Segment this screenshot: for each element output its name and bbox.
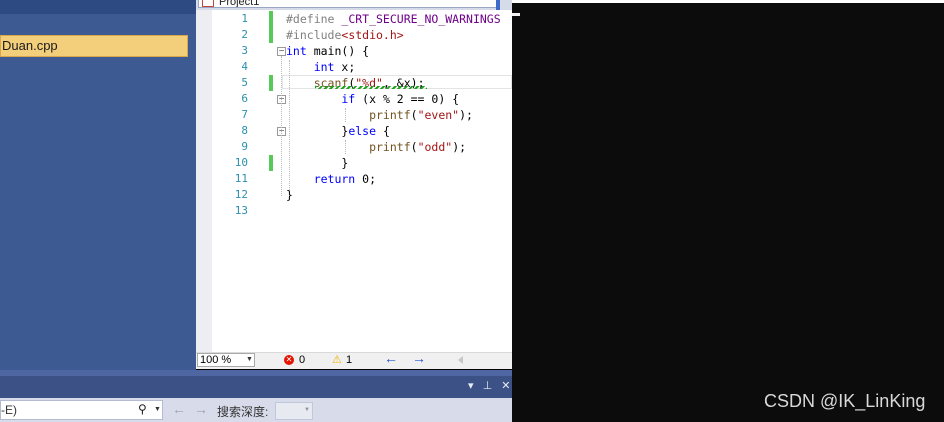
code-line[interactable]: printf("odd"); <box>286 139 466 155</box>
tab-project1[interactable]: Project1 <box>198 0 498 8</box>
code-line[interactable]: #include<stdio.h> <box>286 27 404 43</box>
code-line[interactable]: #define _CRT_SECURE_NO_WARNINGS <box>286 11 501 27</box>
line-number: 13 <box>234 204 248 217</box>
code-line[interactable]: if (x % 2 == 0) { <box>286 91 459 107</box>
tab-title: Project1 <box>219 0 260 8</box>
fold-toggle-main[interactable]: − <box>277 47 286 56</box>
code-line[interactable]: }else { <box>286 123 390 139</box>
forward-arrow-icon[interactable]: → <box>194 401 208 417</box>
navigate-back-arrow-icon[interactable]: ← <box>384 351 398 365</box>
line-number: 7 <box>241 108 248 121</box>
code-line[interactable]: printf("even"); <box>286 107 473 123</box>
code-token: "even" <box>417 108 460 122</box>
code-token: <stdio.h> <box>341 28 404 42</box>
code-token: } <box>286 124 349 138</box>
file-name: Duan.cpp <box>2 38 58 53</box>
code-token: else <box>348 124 377 138</box>
chevron-down-icon: ▼ <box>304 407 310 413</box>
code-line[interactable]: return 0; <box>286 171 376 187</box>
change-bar <box>269 11 273 43</box>
navigate-forward-arrow-icon[interactable]: → <box>412 351 426 365</box>
zoom-value: 100 % <box>200 354 232 366</box>
error-icon[interactable]: ✕ <box>284 355 294 365</box>
project-icon <box>202 0 214 7</box>
code-token: ( <box>410 140 418 154</box>
code-token: x; <box>334 60 356 74</box>
code-token: return <box>286 172 356 186</box>
scroll-left-icon[interactable] <box>458 356 463 364</box>
code-token: ); <box>459 108 473 122</box>
warning-squiggle <box>315 86 427 89</box>
dropdown-icon[interactable]: ▾ <box>468 380 474 392</box>
code-token: int <box>286 44 307 58</box>
fold-guide <box>281 56 282 196</box>
code-token: 0; <box>355 172 377 186</box>
code-line[interactable]: int main() { <box>286 43 369 59</box>
code-token: if <box>286 92 356 106</box>
change-bar <box>269 155 273 171</box>
indent-guide <box>345 108 346 122</box>
code-line[interactable]: } <box>286 155 348 171</box>
code-token: printf <box>286 108 411 122</box>
search-value: -E) <box>1 403 17 417</box>
search-icon[interactable]: ⚲ <box>138 402 147 416</box>
code-token: ); <box>452 140 467 154</box>
code-token: _CRT_SECURE_NO_WARNINGS <box>341 12 501 26</box>
code-token: } <box>286 188 293 202</box>
bottom-panel-top-strip <box>0 370 512 376</box>
line-number: 10 <box>234 156 248 169</box>
line-number: 2 <box>241 28 248 41</box>
code-token: int <box>286 60 335 74</box>
code-line[interactable]: int x; <box>286 59 356 75</box>
line-number: 12 <box>234 188 248 201</box>
line-number: 1 <box>241 12 248 25</box>
error-count[interactable]: 0 <box>299 353 305 367</box>
watermark: CSDN @IK_LinKing <box>764 391 926 411</box>
chevron-down-icon: ▼ <box>246 356 253 363</box>
solution-explorer-header <box>0 0 196 14</box>
tab-active-indicator <box>496 0 500 10</box>
panel-window-controls[interactable]: ▾ ⊥ ✕ <box>468 379 510 392</box>
line-number: 11 <box>234 172 248 185</box>
search-depth-label: 搜索深度: <box>217 405 269 419</box>
line-number: 4 <box>241 60 248 73</box>
code-token: ( <box>410 108 418 122</box>
line-number: 6 <box>241 92 248 105</box>
indent-guide <box>289 60 290 190</box>
chevron-down-icon[interactable]: ▼ <box>154 406 161 413</box>
code-token: printf <box>286 140 411 154</box>
indent-guide <box>345 140 346 154</box>
code-token: #include <box>286 28 342 42</box>
solution-file-item[interactable]: Duan.cpp <box>0 35 188 57</box>
code-token: main() { <box>306 44 370 58</box>
code-token: #define <box>286 12 342 26</box>
change-bar <box>269 75 273 91</box>
console-cursor <box>512 13 520 16</box>
warning-icon[interactable]: ⚠ <box>332 353 342 366</box>
line-number: 3 <box>241 44 248 57</box>
pin-icon[interactable]: ⊥ <box>483 380 493 392</box>
warning-count[interactable]: 1 <box>346 353 352 367</box>
line-number: 8 <box>241 124 248 137</box>
close-icon[interactable]: ✕ <box>501 380 510 392</box>
code-token: "odd" <box>417 140 453 154</box>
line-number: 5 <box>241 76 248 89</box>
code-token: (x % 2 == 0) { <box>355 92 460 106</box>
back-arrow-icon[interactable]: ← <box>172 401 186 417</box>
console-window[interactable] <box>512 3 944 422</box>
line-number: 9 <box>241 140 248 153</box>
code-token: } <box>286 156 349 170</box>
code-token: { <box>376 124 390 138</box>
